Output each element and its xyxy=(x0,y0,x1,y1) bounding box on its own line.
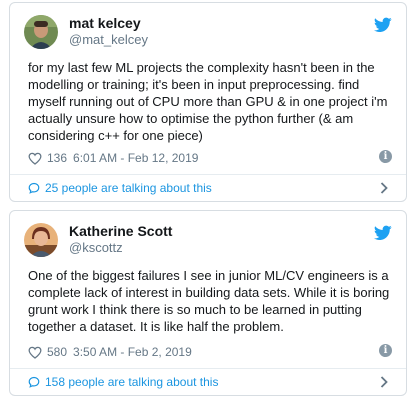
timestamp[interactable]: 6:01 AM - Feb 12, 2019 xyxy=(73,151,198,165)
tweet-meta: 580 3:50 AM - Feb 2, 2019 i xyxy=(28,344,392,360)
tweet-card[interactable]: Katherine Scott @kscottz One of the bigg… xyxy=(9,210,407,396)
author-names: mat kelcey @mat_kelcey xyxy=(69,15,148,48)
heart-icon[interactable] xyxy=(28,152,42,165)
info-icon[interactable]: i xyxy=(379,344,392,357)
like-count: 580 xyxy=(47,345,68,359)
comment-bubble-icon xyxy=(28,376,40,388)
tweet-meta: 136 6:01 AM - Feb 12, 2019 i xyxy=(28,150,392,166)
twitter-bird-icon[interactable] xyxy=(374,225,392,241)
heart-icon[interactable] xyxy=(28,346,42,359)
author-names: Katherine Scott @kscottz xyxy=(69,223,172,256)
handle[interactable]: @mat_kelcey xyxy=(69,32,148,48)
display-name[interactable]: mat kelcey xyxy=(69,15,148,32)
conversation-link[interactable]: 158 people are talking about this xyxy=(28,369,392,395)
handle[interactable]: @kscottz xyxy=(69,240,172,256)
avatar[interactable] xyxy=(24,223,58,257)
tweet-stack: mat kelcey @mat_kelcey for my last few M… xyxy=(0,0,416,400)
display-name[interactable]: Katherine Scott xyxy=(69,223,172,240)
comment-bubble-icon xyxy=(28,182,40,194)
talking-count-label: 25 people are talking about this xyxy=(45,181,212,195)
conversation-link[interactable]: 25 people are talking about this xyxy=(28,175,392,201)
talking-count-label: 158 people are talking about this xyxy=(45,375,219,389)
info-icon[interactable]: i xyxy=(379,150,392,163)
tweet-text: for my last few ML projects the complexi… xyxy=(28,60,388,143)
tweet-text: One of the biggest failures I see in jun… xyxy=(28,268,390,334)
tweet-header: Katherine Scott @kscottz xyxy=(10,211,406,257)
twitter-bird-icon[interactable] xyxy=(374,17,392,33)
avatar[interactable] xyxy=(24,15,58,49)
chevron-right-icon xyxy=(380,376,388,388)
chevron-right-icon xyxy=(380,182,388,194)
tweet-card[interactable]: mat kelcey @mat_kelcey for my last few M… xyxy=(9,2,407,202)
timestamp[interactable]: 3:50 AM - Feb 2, 2019 xyxy=(73,345,192,359)
like-count: 136 xyxy=(47,151,68,165)
tweet-header: mat kelcey @mat_kelcey xyxy=(10,3,406,49)
